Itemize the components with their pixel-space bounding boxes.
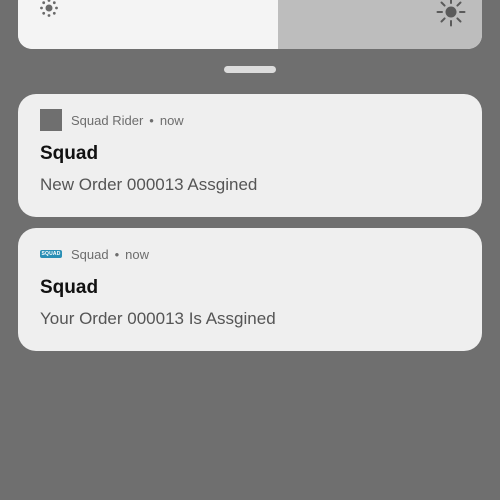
square-app-icon xyxy=(40,109,62,131)
notification-header: Squad Rider • now xyxy=(40,109,184,131)
notification-body: Your Order 000013 Is Assgined xyxy=(40,309,276,328)
notification-header: SQUAD Squad • now xyxy=(40,243,149,265)
squad-logo-icon: SQUAD xyxy=(40,250,62,258)
notification-body: New Order 000013 Assgined xyxy=(40,175,258,194)
brightness-slider[interactable] xyxy=(18,0,482,49)
notification-time: now xyxy=(159,112,184,128)
app-name: Squad Rider xyxy=(71,112,144,128)
notification-time: now xyxy=(125,246,150,262)
drag-handle[interactable] xyxy=(224,66,276,73)
header-separator: • xyxy=(149,112,154,128)
brightness-low-icon xyxy=(40,0,58,17)
brightness-high-icon xyxy=(436,0,466,27)
notification-title: Squad xyxy=(40,277,99,298)
header-separator: • xyxy=(114,246,120,262)
notification-title: Squad xyxy=(40,143,99,164)
app-name: Squad xyxy=(71,246,109,262)
notification-card[interactable]: Squad Rider • now Squad New Order 000013… xyxy=(18,94,482,217)
notification-card[interactable]: SQUAD Squad • now Squad Your Order 00001… xyxy=(18,228,482,351)
